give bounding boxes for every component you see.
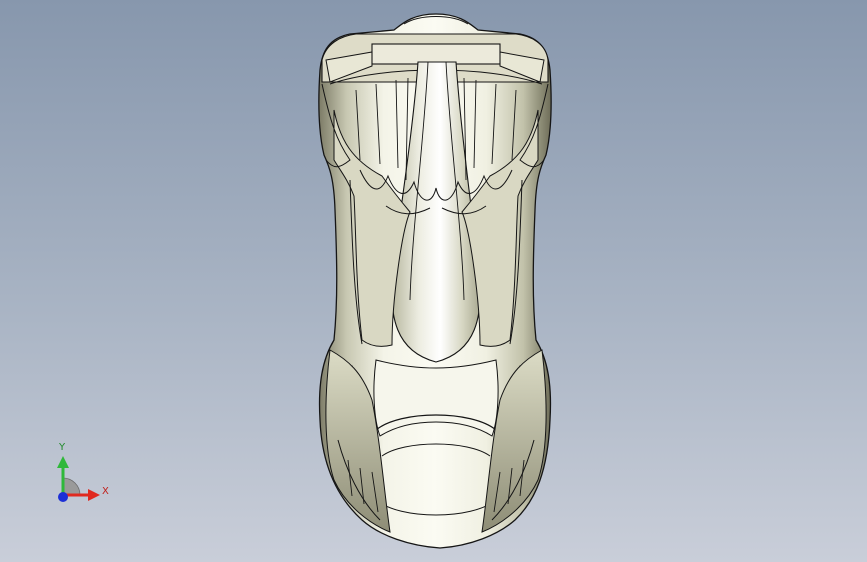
rear-wing-blade — [371, 43, 501, 65]
car-body-model-top-view[interactable] — [0, 0, 867, 562]
z-axis-origin-icon — [58, 492, 68, 502]
graphics-viewport[interactable]: Y X — [0, 0, 867, 562]
x-axis-arrowhead-icon — [88, 489, 100, 501]
triad-xy-plane-icon — [62, 477, 81, 496]
y-axis-label: Y — [59, 442, 66, 453]
car-outer-shell — [318, 13, 552, 549]
x-axis-label: X — [102, 486, 109, 497]
coordinate-triad: Y X — [48, 440, 118, 510]
y-axis-arrowhead-icon — [57, 456, 69, 468]
